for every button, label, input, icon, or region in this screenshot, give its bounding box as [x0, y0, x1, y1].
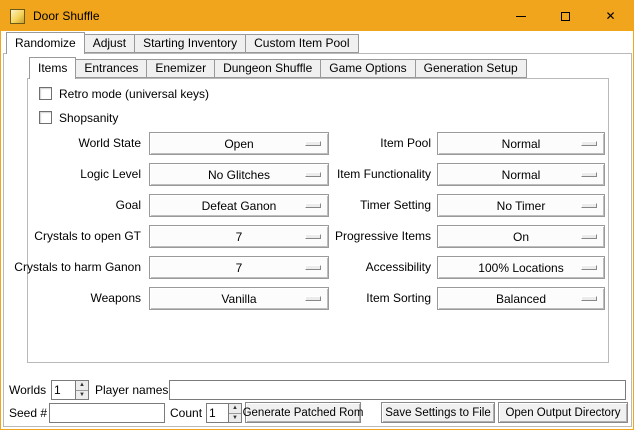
tab-enemizer[interactable]: Enemizer	[146, 59, 215, 78]
timer-setting-label: Timer Setting	[299, 194, 431, 217]
generate-patched-rom-button[interactable]: Generate Patched Rom	[245, 402, 361, 423]
timer-setting-dropdown[interactable]: No Timer	[437, 194, 605, 217]
count-spin-arrows: ▲ ▼	[228, 404, 241, 422]
tab-custom-item-pool[interactable]: Custom Item Pool	[245, 34, 358, 53]
worlds-spinbox[interactable]: ▲ ▼	[51, 380, 89, 400]
seed-input[interactable]	[49, 403, 165, 423]
weapons-value: Vanilla	[221, 292, 256, 306]
sub-tab-bar: Items Entrances Enemizer Dungeon Shuffle…	[29, 57, 526, 79]
tab-entrances[interactable]: Entrances	[75, 59, 147, 78]
accessibility-label: Accessibility	[299, 256, 431, 279]
count-spin-up-icon[interactable]: ▲	[229, 404, 241, 414]
world-state-label: World State	[11, 132, 141, 155]
shopsanity-label: Shopsanity	[59, 111, 118, 125]
player-names-input[interactable]	[169, 380, 626, 400]
minimize-icon	[516, 16, 526, 17]
count-spinbox[interactable]: ▲ ▼	[206, 403, 242, 423]
tab-dungeon-shuffle[interactable]: Dungeon Shuffle	[214, 59, 321, 78]
crystals-to-harm-ganon-value: 7	[236, 261, 243, 275]
item-sorting-dropdown[interactable]: Balanced	[437, 287, 605, 310]
item-pool-dropdown[interactable]: Normal	[437, 132, 605, 155]
count-spin-down-icon[interactable]: ▼	[229, 414, 241, 423]
open-output-directory-button[interactable]: Open Output Directory	[498, 402, 628, 423]
logic-level-value: No Glitches	[208, 168, 270, 182]
world-state-value: Open	[224, 137, 253, 151]
maximize-button[interactable]	[543, 1, 588, 31]
accessibility-dropdown[interactable]: 100% Locations	[437, 256, 605, 279]
crystals-to-open-gt-label: Crystals to open GT	[11, 225, 141, 248]
tab-starting-inventory[interactable]: Starting Inventory	[134, 34, 246, 53]
window-title: Door Shuffle	[33, 9, 100, 23]
main-tab-bar: Randomize Adjust Starting Inventory Cust…	[6, 32, 358, 54]
item-pool-value: Normal	[502, 137, 541, 151]
accessibility-value: 100% Locations	[478, 261, 563, 275]
dropdown-indicator-icon	[581, 172, 597, 177]
goal-label: Goal	[11, 194, 141, 217]
item-functionality-label: Item Functionality	[299, 163, 431, 186]
worlds-spin-arrows: ▲ ▼	[75, 381, 88, 399]
retro-mode-checkbox-row[interactable]: Retro mode (universal keys)	[39, 86, 209, 101]
item-functionality-value: Normal	[502, 168, 541, 182]
dropdown-indicator-icon	[581, 265, 597, 270]
minimize-button[interactable]	[498, 1, 543, 31]
save-settings-button[interactable]: Save Settings to File	[381, 402, 495, 423]
app-icon	[10, 9, 25, 24]
worlds-spin-down-icon[interactable]: ▼	[76, 391, 88, 400]
timer-setting-value: No Timer	[497, 199, 546, 213]
close-button[interactable]: ✕	[588, 1, 633, 31]
titlebar: Door Shuffle ✕	[1, 1, 633, 31]
item-functionality-dropdown[interactable]: Normal	[437, 163, 605, 186]
worlds-label: Worlds	[9, 380, 46, 400]
maximize-icon	[561, 12, 570, 21]
crystals-to-open-gt-value: 7	[236, 230, 243, 244]
shopsanity-checkbox[interactable]	[39, 111, 52, 124]
worlds-spin-up-icon[interactable]: ▲	[76, 381, 88, 391]
close-icon: ✕	[605, 10, 615, 22]
tab-game-options[interactable]: Game Options	[320, 59, 415, 78]
tab-items[interactable]: Items	[29, 57, 76, 79]
progressive-items-label: Progressive Items	[299, 225, 431, 248]
window-controls: ✕	[498, 1, 633, 31]
progressive-items-value: On	[513, 230, 529, 244]
tab-adjust[interactable]: Adjust	[84, 34, 135, 53]
dropdown-indicator-icon	[581, 234, 597, 239]
count-input[interactable]	[207, 404, 228, 422]
count-label: Count	[170, 403, 202, 423]
goal-value: Defeat Ganon	[202, 199, 277, 213]
dropdown-indicator-icon	[581, 141, 597, 146]
progressive-items-dropdown[interactable]: On	[437, 225, 605, 248]
logic-level-label: Logic Level	[11, 163, 141, 186]
door-shuffle-window: Door Shuffle ✕ Randomize Adjust Starting…	[0, 0, 634, 430]
seed-label: Seed #	[9, 403, 47, 423]
tab-generation-setup[interactable]: Generation Setup	[415, 59, 527, 78]
tab-randomize[interactable]: Randomize	[6, 32, 85, 54]
shopsanity-checkbox-row[interactable]: Shopsanity	[39, 110, 118, 125]
dropdown-indicator-icon	[581, 296, 597, 301]
retro-mode-checkbox[interactable]	[39, 87, 52, 100]
crystals-to-harm-ganon-label: Crystals to harm Ganon	[11, 256, 141, 279]
item-sorting-value: Balanced	[496, 292, 546, 306]
item-pool-label: Item Pool	[299, 132, 431, 155]
dropdown-indicator-icon	[581, 203, 597, 208]
worlds-input[interactable]	[52, 381, 75, 399]
retro-mode-label: Retro mode (universal keys)	[59, 87, 209, 101]
item-sorting-label: Item Sorting	[299, 287, 431, 310]
player-names-label: Player names	[95, 380, 168, 400]
weapons-label: Weapons	[11, 287, 141, 310]
